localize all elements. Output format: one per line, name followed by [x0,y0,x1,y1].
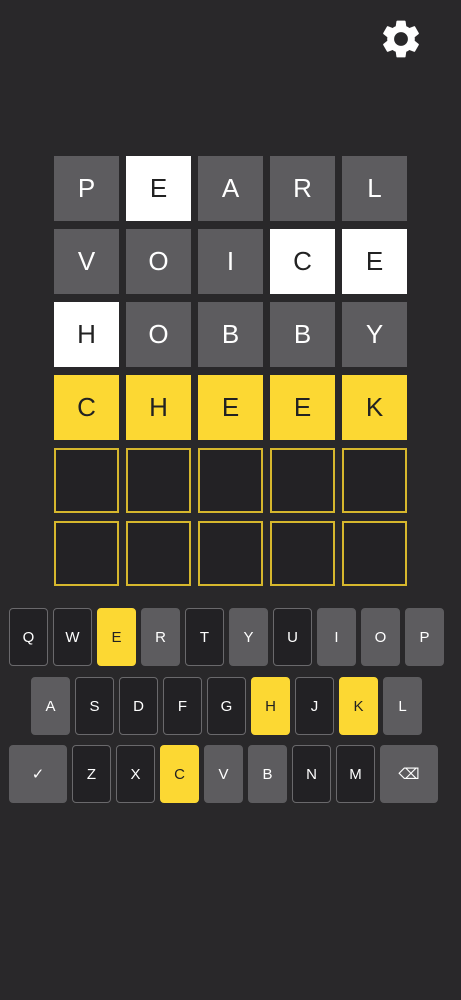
board-tile [198,448,263,513]
key-x[interactable]: X [116,745,155,803]
board-row: CHEEK [54,375,407,440]
key-m[interactable]: M [336,745,375,803]
board-tile [270,521,335,586]
key-c[interactable]: C [160,745,199,803]
key-b[interactable]: B [248,745,287,803]
key-w[interactable]: W [53,608,92,666]
board-tile: E [126,156,191,221]
key-s[interactable]: S [75,677,114,735]
board-tile [342,448,407,513]
board-tile: P [54,156,119,221]
board-tile: L [342,156,407,221]
board-tile [54,521,119,586]
board-row: VOICE [54,229,407,294]
key-u[interactable]: U [273,608,312,666]
key-j[interactable]: J [295,677,334,735]
board-tile: B [198,302,263,367]
key-f[interactable]: F [163,677,202,735]
key-q[interactable]: Q [9,608,48,666]
board-tile: Y [342,302,407,367]
key-e[interactable]: E [97,608,136,666]
board-tile: K [342,375,407,440]
keyboard-row: QWERTYUIOP [9,608,444,666]
key-v[interactable]: V [204,745,243,803]
gear-icon [383,20,419,58]
board-tile [342,521,407,586]
board-tile: E [198,375,263,440]
board-tile: H [126,375,191,440]
board-row: PEARL [54,156,407,221]
board-tile [126,521,191,586]
game-board: PEARLVOICEHOBBYCHEEK [54,156,407,594]
key-n[interactable]: N [292,745,331,803]
board-tile [54,448,119,513]
board-row [54,448,407,513]
backspace-key[interactable]: ⌫ [380,745,438,803]
board-tile: C [54,375,119,440]
board-row: HOBBY [54,302,407,367]
board-tile: V [54,229,119,294]
settings-button[interactable] [378,16,424,62]
board-tile: A [198,156,263,221]
board-row [54,521,407,586]
board-tile: O [126,302,191,367]
key-h[interactable]: H [251,677,290,735]
key-y[interactable]: Y [229,608,268,666]
board-tile [270,448,335,513]
key-a[interactable]: A [31,677,70,735]
board-tile: E [270,375,335,440]
board-tile: O [126,229,191,294]
key-t[interactable]: T [185,608,224,666]
key-i[interactable]: I [317,608,356,666]
board-tile: H [54,302,119,367]
enter-key[interactable]: ✓ [9,745,67,803]
key-r[interactable]: R [141,608,180,666]
board-tile: R [270,156,335,221]
key-p[interactable]: P [405,608,444,666]
key-k[interactable]: K [339,677,378,735]
board-tile: I [198,229,263,294]
key-o[interactable]: O [361,608,400,666]
board-tile: E [342,229,407,294]
board-tile: C [270,229,335,294]
board-tile [126,448,191,513]
board-tile [198,521,263,586]
key-g[interactable]: G [207,677,246,735]
key-l[interactable]: L [383,677,422,735]
key-z[interactable]: Z [72,745,111,803]
key-d[interactable]: D [119,677,158,735]
keyboard-row: ASDFGHJKL [31,677,422,735]
keyboard-row: ✓ Z X C V B N M ⌫ [9,745,438,803]
board-tile: B [270,302,335,367]
